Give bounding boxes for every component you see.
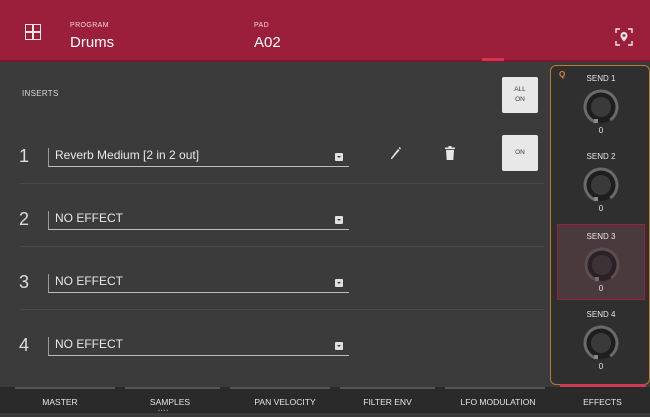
tab-effects[interactable]: EFFECTS [555,387,650,413]
all-on-line1: ALL [514,86,526,93]
send-2[interactable]: SEND 2 0 [557,145,645,221]
send-4[interactable]: SEND 4 0 [557,303,645,379]
dropdown-icon [335,216,343,224]
knob-icon[interactable] [582,88,620,126]
insert-number: 1 [19,146,30,166]
row-divider [20,309,544,310]
header-bar: PROGRAM Drums PAD A02 [0,0,650,62]
insert-on-button[interactable]: ON [502,135,538,171]
effect-name: NO EFFECT [55,337,123,351]
send-3[interactable]: SEND 3 0 [557,224,645,300]
effect-selector[interactable]: Reverb Medium [2 in 2 out] [48,148,349,167]
location-focus-icon[interactable] [615,28,633,46]
effect-name: Reverb Medium [2 in 2 out] [55,148,200,162]
sends-panel: Q SEND 1 0 SEND 2 0 SEND 3 0 SEND 4 0 [550,65,650,385]
all-on-line2: ON [515,96,525,103]
tab-samples[interactable]: SAMPLES [112,387,228,413]
insert-number: 4 [19,335,30,355]
effect-selector[interactable]: NO EFFECT [48,337,349,356]
knob-icon[interactable] [582,324,620,362]
dropdown-icon [335,342,343,350]
send-value: 0 [598,126,604,135]
knob-icon[interactable] [583,246,621,284]
send-value: 0 [598,284,604,293]
tab-filter-env[interactable]: FILTER ENV [335,387,440,413]
grid-icon[interactable] [25,24,41,40]
pad-value[interactable]: A02 [254,34,281,51]
effect-name: NO EFFECT [55,274,123,288]
pencil-icon[interactable] [389,146,401,160]
effect-selector[interactable]: NO EFFECT [48,211,349,230]
tab-master[interactable]: MASTER [0,387,120,413]
insert-number: 3 [19,272,30,292]
send-value: 0 [598,362,604,371]
insert-row: 3 NO EFFECT [0,250,550,310]
effect-name: NO EFFECT [55,211,123,225]
program-label: PROGRAM [70,22,109,29]
bottom-tab-bar: MASTER SAMPLES PAN VELOCITY FILTER ENV L… [0,387,650,413]
row-divider [20,246,544,247]
send-label: SEND 1 [586,74,616,83]
header-indicator [482,58,504,61]
all-on-button[interactable]: ALL ON [502,77,538,113]
page-dots-indicator: ▪▪▪▪ [158,408,170,414]
tab-lfo-modulation[interactable]: LFO MODULATION [438,387,558,413]
inserts-panel: INSERTS ALL ON 1 Reverb Medium [2 in 2 o… [0,62,550,384]
insert-row: 2 NO EFFECT [0,187,550,247]
inserts-title: INSERTS [22,89,59,98]
dropdown-icon [335,153,343,161]
effect-selector[interactable]: NO EFFECT [48,274,349,293]
pad-label: PAD [254,22,270,29]
row-divider [20,183,544,184]
program-value[interactable]: Drums [70,34,114,51]
send-label: SEND 2 [586,152,616,161]
send-value: 0 [598,204,604,213]
trash-icon[interactable] [444,146,456,160]
insert-row: 4 NO EFFECT [0,313,550,373]
insert-number: 2 [19,209,30,229]
send-label: SEND 3 [586,232,616,241]
dropdown-icon [335,279,343,287]
tab-pan-velocity[interactable]: PAN VELOCITY [225,387,345,413]
insert-row: 1 Reverb Medium [2 in 2 out] [0,124,550,184]
send-label: SEND 4 [586,310,616,319]
knob-icon[interactable] [582,166,620,204]
send-1[interactable]: SEND 1 0 [557,67,645,143]
